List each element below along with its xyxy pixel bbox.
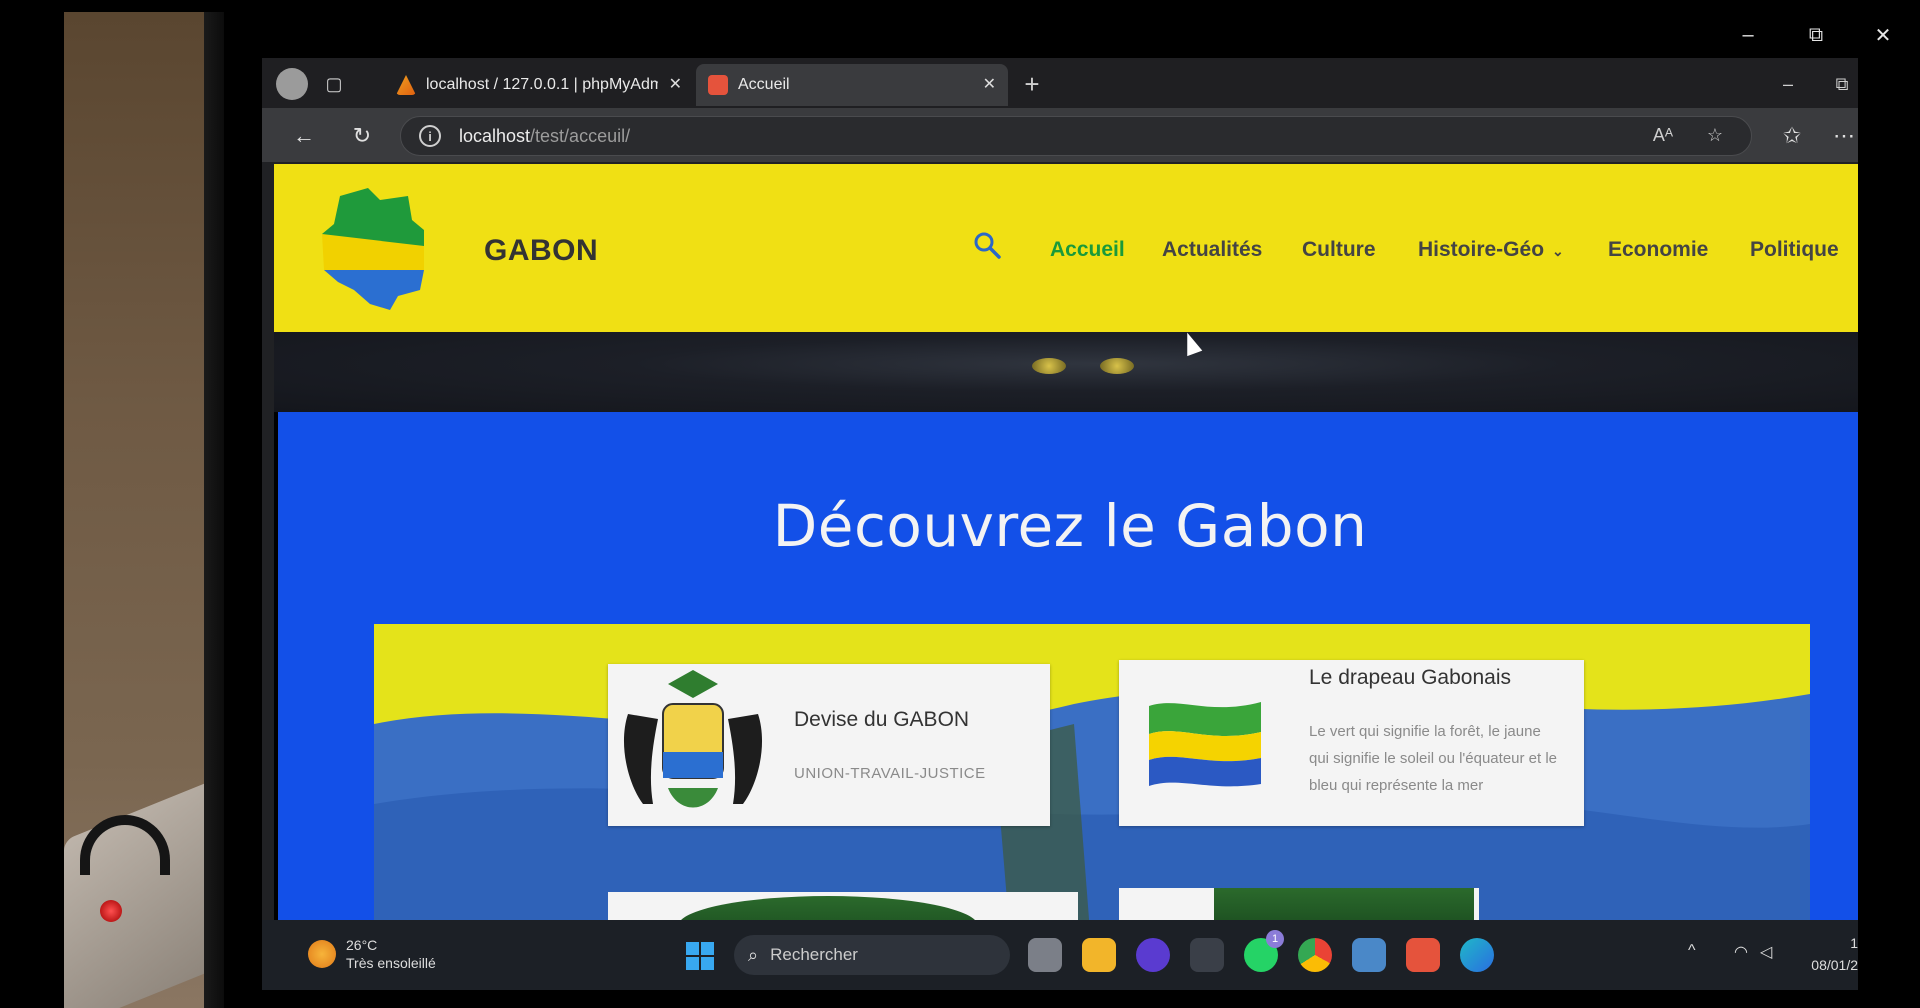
reload-icon[interactable]: ↻ [346,120,378,152]
chevron-up-icon[interactable]: ^ [1688,942,1696,960]
clock[interactable]: 1 08/01/2 [1804,932,1858,976]
panther-image [274,332,1858,412]
chrome-icon[interactable] [1298,938,1332,972]
weather-text: 26°C Très ensoleillé [346,936,436,972]
tab-close-icon[interactable]: ✕ [669,74,682,94]
terminal-icon[interactable] [1190,938,1224,972]
forest-image [678,896,978,920]
weather-desc: Très ensoleillé [346,955,436,971]
nav-histoire-geo[interactable]: Histoire-Géo ⌄ [1418,238,1564,262]
wifi-icon[interactable]: ◠ [1734,942,1748,962]
task-view-icon[interactable] [1028,938,1062,972]
window-restore-icon[interactable]: ⧉ [1826,68,1858,100]
tab-phpmyadmin[interactable]: localhost / 127.0.0.1 | phpMyAdmin ✕ [384,64,694,106]
xampp-icon [708,75,728,95]
player-maximize-icon[interactable]: ⧉ [1801,20,1831,50]
tab-close-icon[interactable]: ✕ [983,74,996,94]
discover-section: Découvrez le Gabon Devise du GABON UNION… [278,412,1858,920]
gabon-map-logo-icon[interactable] [320,186,432,310]
gabon-flag-icon [1149,702,1261,787]
app-window-icon[interactable] [1352,938,1386,972]
favorite-star-icon[interactable]: ☆ [1707,125,1723,146]
taskbar: 26°C Très ensoleillé ⌕ Rechercher 1 ^ ◠ … [262,920,1858,990]
address-bar[interactable]: i localhost/test/acceuil/ Aᴬ ☆ [400,116,1752,156]
tab-accueil[interactable]: Accueil ✕ [696,64,1008,106]
url-host: localhost [459,125,531,146]
weather-widget[interactable]: 26°C Très ensoleillé [308,936,436,972]
volume-icon[interactable]: ◁ [1760,942,1772,962]
landscape-image [1214,888,1474,920]
power-led [100,900,122,922]
more-options-icon[interactable]: ⋯ [1828,120,1858,152]
banner-wave [374,688,1810,920]
taskbar-search[interactable]: ⌕ Rechercher [734,935,1010,975]
card-text: Le vert qui signifie la forêt, le jaune … [1309,723,1558,794]
section-title: Découvrez le Gabon [772,492,1368,560]
profile-avatar-icon[interactable] [276,68,308,100]
toolbar: ← ↻ i localhost/test/acceuil/ Aᴬ ☆ ✩ ⋯ [262,108,1858,162]
back-arrow-icon[interactable]: ← [288,120,320,152]
tab-title: localhost / 127.0.0.1 | phpMyAdmin [426,76,658,93]
notification-badge: 1 [1266,930,1284,948]
url-text: localhost/test/acceuil/ [459,126,630,147]
card-partial[interactable] [608,892,1078,920]
sun-icon [308,940,336,968]
chevron-down-icon: ⌄ [1552,243,1564,259]
nav-actualites[interactable]: Actualités [1162,238,1262,262]
site-header: GABON Accueil Actualités Culture Histoir… [274,164,1858,332]
url-path: /test/acceuil/ [530,125,631,146]
tab-title: Accueil [738,76,790,93]
flag-card[interactable]: Le drapeau Gabonais Le vert qui signifie… [1119,660,1584,826]
weather-temp: 26°C [346,937,378,953]
screen: – ⧉ ✕ ▢ localhost / 127.0.0.1 | phpMyAdm… [0,0,1920,1008]
phpmyadmin-icon [396,75,416,95]
card-text: UNION-TRAVAIL-JUSTICE [794,765,986,782]
search-icon: ⌕ [748,944,759,965]
banner: Devise du GABON UNION-TRAVAIL-JUSTICE Le… [374,624,1810,920]
panther-eye [1100,358,1134,374]
tab-bar: ▢ localhost / 127.0.0.1 | phpMyAdmin ✕ A… [262,58,1858,108]
clock-date: 08/01/2 [1811,957,1858,973]
card-title: Devise du GABON [794,708,970,731]
search-placeholder: Rechercher [770,945,858,964]
nav-politique[interactable]: Politique [1750,238,1839,262]
page-viewport: GABON Accueil Actualités Culture Histoir… [274,164,1858,920]
edge-icon[interactable] [1460,938,1494,972]
coat-of-arms-icon [623,670,763,808]
card-partial[interactable] [1119,888,1479,920]
browser-window: ▢ localhost / 127.0.0.1 | phpMyAdmin ✕ A… [262,58,1858,920]
xampp-icon[interactable] [1406,938,1440,972]
site-brand[interactable]: GABON [484,234,598,268]
whatsapp-icon[interactable]: 1 [1244,930,1284,972]
nav-accueil[interactable]: Accueil [1050,238,1125,262]
player-close-icon[interactable]: ✕ [1868,20,1898,50]
read-aloud-icon[interactable]: Aᴬ [1653,125,1673,146]
site-info-icon[interactable]: i [419,125,441,147]
search-icon[interactable] [972,230,1002,260]
clock-time: 1 [1850,935,1858,951]
nav-culture[interactable]: Culture [1302,238,1376,262]
window-minimize-icon[interactable]: – [1772,68,1804,100]
nav-economie[interactable]: Economie [1608,238,1708,262]
file-explorer-icon[interactable] [1082,938,1116,972]
nav-histoire-geo-label: Histoire-Géo [1418,238,1545,261]
motto-card[interactable]: Devise du GABON UNION-TRAVAIL-JUSTICE [608,664,1050,826]
app-icon[interactable] [1136,938,1170,972]
monitor-bezel [204,12,224,1008]
panther-eye [1032,358,1066,374]
favorites-icon[interactable]: ✩ [1776,120,1808,152]
card-title: Le drapeau Gabonais [1309,666,1511,689]
new-tab-button[interactable]: + [1016,68,1048,100]
player-minimize-icon[interactable]: – [1733,20,1763,50]
tab-actions-icon[interactable]: ▢ [318,68,350,100]
windows-start-icon[interactable] [686,942,714,970]
